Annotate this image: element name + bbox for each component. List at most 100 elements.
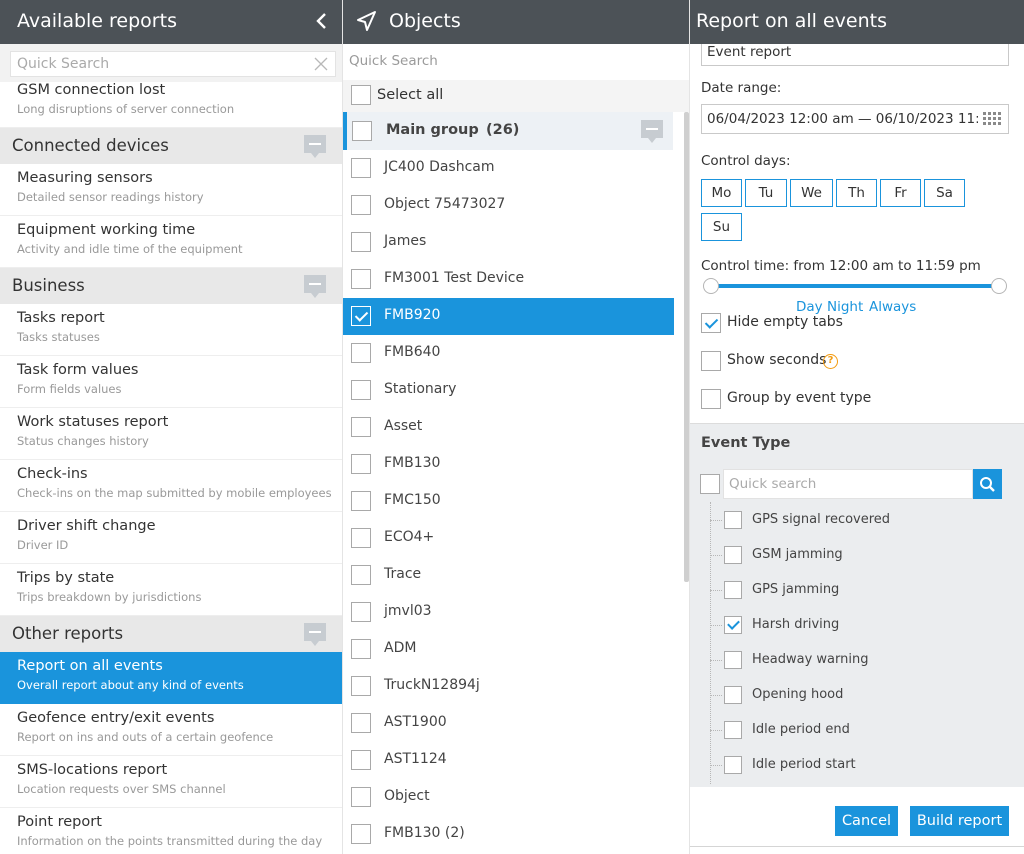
object-checkbox[interactable] xyxy=(351,565,371,585)
object-row[interactable]: AST1900 xyxy=(343,705,674,742)
object-checkbox[interactable] xyxy=(351,417,371,437)
object-row[interactable]: Object xyxy=(343,779,674,816)
close-icon[interactable] xyxy=(313,56,329,72)
object-checkbox[interactable] xyxy=(351,158,371,178)
event-type-checkbox[interactable] xyxy=(724,616,742,634)
report-item-report-on-all-events[interactable]: Report on all events Overall report about… xyxy=(0,652,342,704)
day-button-fr[interactable]: Fr xyxy=(880,179,921,207)
object-checkbox[interactable] xyxy=(351,750,371,770)
group-row-main[interactable]: Main group (26) xyxy=(343,112,673,150)
event-type-checkbox[interactable] xyxy=(724,546,742,564)
object-checkbox[interactable] xyxy=(351,787,371,807)
object-checkbox[interactable] xyxy=(351,343,371,363)
event-type-search-input[interactable] xyxy=(724,470,964,498)
object-row[interactable]: FMC150 xyxy=(343,483,674,520)
report-item-geofence-entry-exit-events[interactable]: Geofence entry/exit events Report on ins … xyxy=(0,704,342,756)
time-preset-day-link[interactable]: Day xyxy=(796,299,823,315)
report-item-point-report[interactable]: Point report Information on the points tr… xyxy=(0,808,342,854)
minus-icon[interactable] xyxy=(304,623,326,647)
hide-empty-tabs-checkbox[interactable] xyxy=(701,313,721,333)
event-type-item[interactable]: GPS signal recovered xyxy=(701,502,1021,537)
object-checkbox[interactable] xyxy=(351,491,371,511)
day-button-we[interactable]: We xyxy=(790,179,833,207)
report-item-tasks-report[interactable]: Tasks report Tasks statuses xyxy=(0,304,342,356)
report-item-measuring-sensors[interactable]: Measuring sensors Detailed sensor reading… xyxy=(0,164,342,216)
object-row[interactable]: FMB130 (2) xyxy=(343,816,674,853)
event-type-checkbox[interactable] xyxy=(724,581,742,599)
group-checkbox[interactable] xyxy=(352,121,372,141)
event-type-checkbox[interactable] xyxy=(724,756,742,774)
event-type-item[interactable]: Idle period end xyxy=(701,712,1021,747)
minus-icon[interactable] xyxy=(304,275,326,299)
question-circle-icon[interactable]: ? xyxy=(823,354,838,369)
report-item-driver-shift-change[interactable]: Driver shift change Driver ID xyxy=(0,512,342,564)
object-row[interactable]: ADM xyxy=(343,631,674,668)
chevron-left-icon[interactable] xyxy=(312,10,332,32)
object-checkbox[interactable] xyxy=(351,602,371,622)
event-type-item[interactable]: Harsh driving xyxy=(701,607,1021,642)
day-button-sa[interactable]: Sa xyxy=(924,179,965,207)
object-row[interactable]: Stationary xyxy=(343,372,674,409)
object-checkbox[interactable] xyxy=(351,454,371,474)
object-checkbox[interactable] xyxy=(351,639,371,659)
object-row[interactable]: JC400 Dashcam xyxy=(343,150,674,187)
object-row[interactable]: ECO4+ xyxy=(343,520,674,557)
object-checkbox[interactable] xyxy=(351,676,371,696)
object-row[interactable]: jmvl03 xyxy=(343,594,674,631)
object-search-input[interactable] xyxy=(343,44,673,78)
object-row[interactable]: FMB640 xyxy=(343,335,674,372)
minus-icon[interactable] xyxy=(304,135,326,159)
event-type-item[interactable]: Opening hood xyxy=(701,677,1021,712)
control-time-start-handle[interactable] xyxy=(703,278,719,294)
event-type-item[interactable]: Headway warning xyxy=(701,642,1021,677)
control-time-slider-track[interactable] xyxy=(711,284,999,288)
show-seconds-checkbox[interactable] xyxy=(701,351,721,371)
day-button-th[interactable]: Th xyxy=(836,179,877,207)
event-type-checkbox[interactable] xyxy=(724,511,742,529)
report-group-connected-devices[interactable]: Connected devices xyxy=(0,128,342,164)
calendar-grid-icon[interactable] xyxy=(983,111,1003,125)
minus-icon[interactable] xyxy=(641,120,663,144)
object-checkbox[interactable] xyxy=(351,713,371,733)
report-item-trips-by-state[interactable]: Trips by state Trips breakdown by jurisdi… xyxy=(0,564,342,616)
object-checkbox[interactable] xyxy=(351,269,371,289)
control-time-end-handle[interactable] xyxy=(991,278,1007,294)
report-group-other-reports[interactable]: Other reports xyxy=(0,616,342,652)
object-checkbox[interactable] xyxy=(351,306,371,326)
group-by-event-type-checkbox[interactable] xyxy=(701,389,721,409)
report-item-gsm-connection-lost[interactable]: GSM connection lost Long disruptions of s… xyxy=(0,76,342,128)
event-type-checkbox[interactable] xyxy=(724,651,742,669)
report-group-business[interactable]: Business xyxy=(0,268,342,304)
object-row[interactable]: FMB920 xyxy=(343,298,674,335)
event-type-select-all-checkbox[interactable] xyxy=(700,474,720,494)
time-preset-always-link[interactable]: Always xyxy=(869,299,916,315)
report-search-input[interactable] xyxy=(11,52,301,76)
report-item-check-ins[interactable]: Check-ins Check-ins on the map submitted … xyxy=(0,460,342,512)
select-all-row[interactable]: Select all xyxy=(343,80,689,112)
object-checkbox[interactable] xyxy=(351,824,371,844)
object-row[interactable]: FM3001 Test Device xyxy=(343,261,674,298)
event-type-item[interactable]: Idle period start xyxy=(701,747,1021,782)
build-report-button[interactable]: Build report xyxy=(910,806,1009,836)
event-type-checkbox[interactable] xyxy=(724,721,742,739)
event-type-item[interactable]: GPS jamming xyxy=(701,572,1021,607)
object-row[interactable]: FMB130 xyxy=(343,446,674,483)
object-row[interactable]: Object 75473027 xyxy=(343,187,674,224)
object-checkbox[interactable] xyxy=(351,528,371,548)
report-item-sms-locations-report[interactable]: SMS-locations report Location requests ov… xyxy=(0,756,342,808)
report-item-equipment-working-time[interactable]: Equipment working time Activity and idle … xyxy=(0,216,342,268)
event-type-checkbox[interactable] xyxy=(724,686,742,704)
day-button-mo[interactable]: Mo xyxy=(701,179,742,207)
date-range-input[interactable] xyxy=(702,105,978,133)
time-preset-night-link[interactable]: Night xyxy=(827,299,863,315)
select-all-checkbox[interactable] xyxy=(351,85,371,105)
object-checkbox[interactable] xyxy=(351,195,371,215)
object-row[interactable]: Trace xyxy=(343,557,674,594)
object-checkbox[interactable] xyxy=(351,380,371,400)
object-row[interactable]: James xyxy=(343,224,674,261)
search-icon[interactable] xyxy=(973,469,1002,499)
event-type-item[interactable]: GSM jamming xyxy=(701,537,1021,572)
object-row[interactable]: Asset xyxy=(343,409,674,446)
object-row[interactable]: TruckN12894j xyxy=(343,668,674,705)
cancel-button[interactable]: Cancel xyxy=(835,806,898,836)
